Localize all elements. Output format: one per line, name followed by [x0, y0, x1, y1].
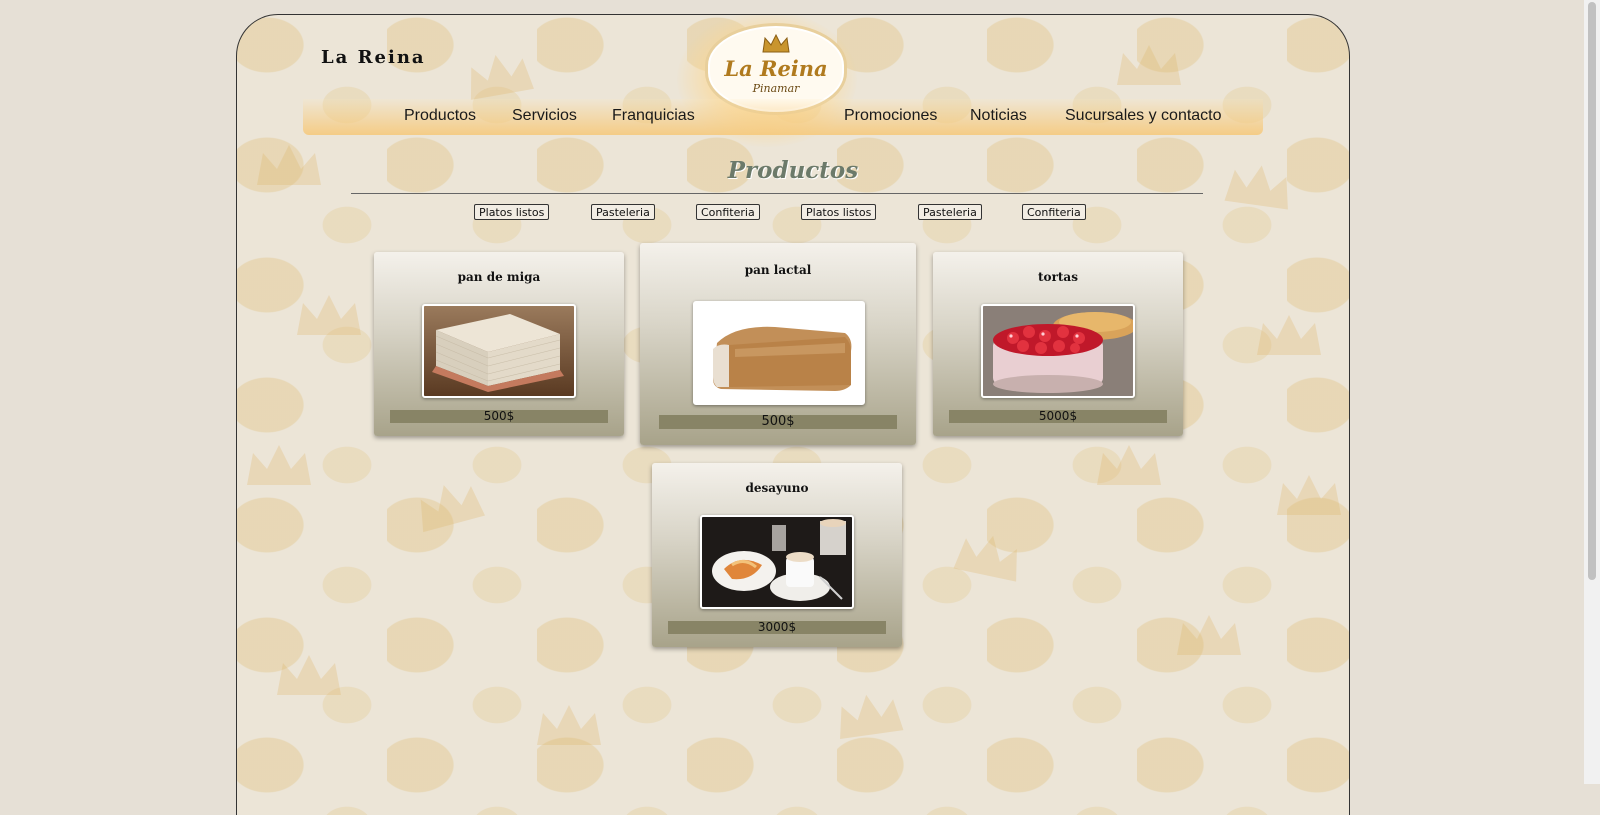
- product-card-desayuno[interactable]: desayuno 3000$: [652, 463, 902, 647]
- nav-item-sucursales[interactable]: Sucursales y contacto: [1065, 107, 1222, 125]
- nav-item-productos[interactable]: Productos: [404, 107, 476, 125]
- logo-subtitle: Pinamar: [752, 82, 800, 95]
- logo-name: La Reina: [724, 56, 828, 81]
- page-title: Productos: [727, 157, 859, 184]
- filter-platos-listos-button[interactable]: Platos listos: [474, 204, 550, 220]
- scrollbar-thumb[interactable]: [1588, 2, 1596, 580]
- product-card-tortas[interactable]: tortas 5000$: [933, 252, 1183, 436]
- loaf-image: [693, 301, 865, 405]
- nav-item-servicios[interactable]: Servicios: [512, 107, 577, 125]
- product-name: desayuno: [745, 481, 809, 495]
- filter-platos-listos-button-2[interactable]: Platos listos: [801, 204, 877, 220]
- filter-confiteria-button[interactable]: Confiteria: [696, 204, 760, 220]
- bread-stack-image: [422, 304, 576, 398]
- product-name: tortas: [1038, 270, 1078, 284]
- nav-item-noticias[interactable]: Noticias: [970, 107, 1027, 125]
- product-price: 500$: [659, 415, 897, 429]
- product-price: 3000$: [668, 621, 886, 634]
- product-name: pan lactal: [744, 263, 812, 277]
- product-card-pan-de-miga[interactable]: pan de miga 500$: [374, 252, 624, 436]
- cake-image: [981, 304, 1135, 398]
- nav-item-promociones[interactable]: Promociones: [844, 107, 937, 125]
- product-card-pan-lactal[interactable]: pan lactal 500$: [640, 243, 916, 445]
- product-name: pan de miga: [457, 270, 541, 284]
- crown-icon: [762, 34, 790, 53]
- filter-confiteria-button-2[interactable]: Confiteria: [1022, 204, 1086, 220]
- filter-pasteleria-button-2[interactable]: Pasteleria: [918, 204, 982, 220]
- title-divider: [351, 193, 1203, 194]
- breakfast-image: [700, 515, 854, 609]
- filter-pasteleria-button[interactable]: Pasteleria: [591, 204, 655, 220]
- site-name[interactable]: La Reina: [321, 47, 426, 68]
- product-price: 500$: [390, 410, 608, 423]
- scrollbar[interactable]: [1584, 0, 1600, 784]
- page-container: La Reina La Reina Pinamar Productos Serv…: [236, 14, 1350, 815]
- product-price: 5000$: [949, 410, 1167, 423]
- nav-item-franquicias[interactable]: Franquicias: [612, 107, 695, 125]
